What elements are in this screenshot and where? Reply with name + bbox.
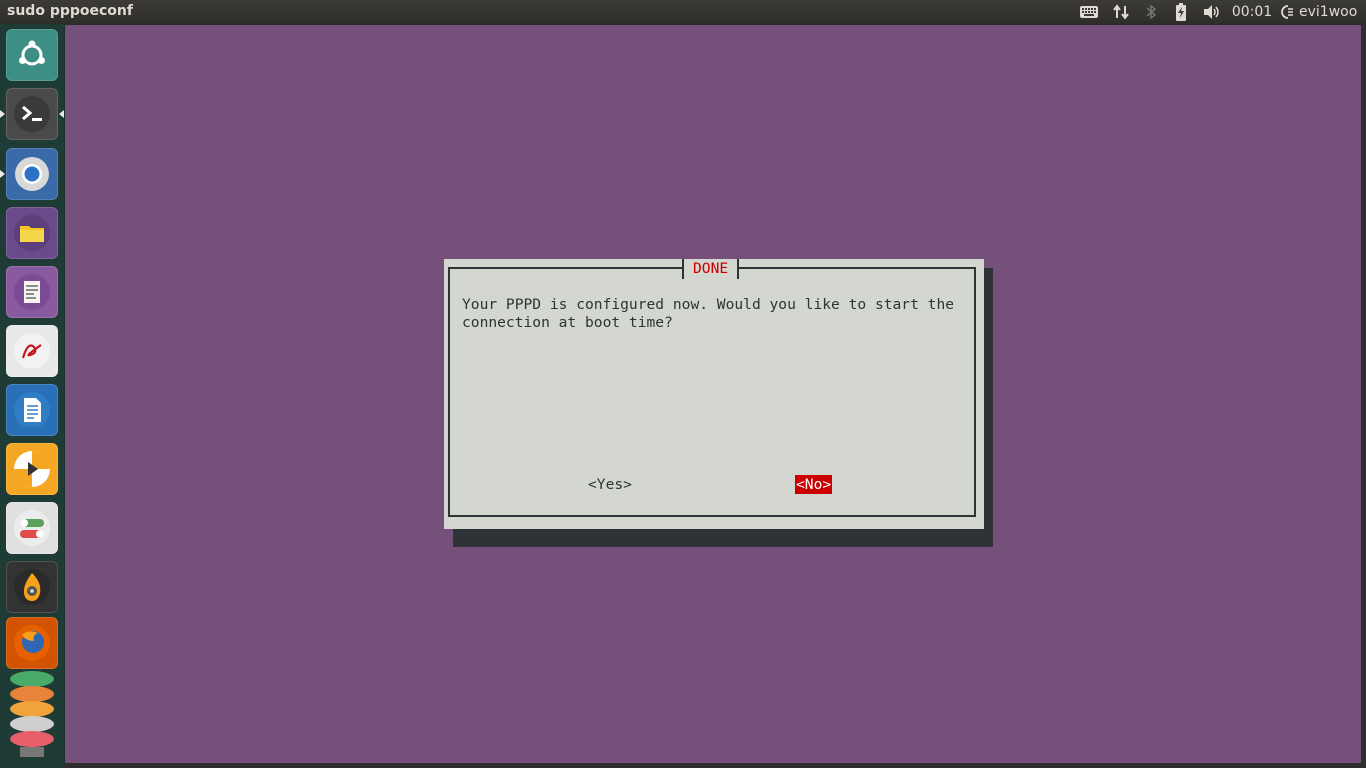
libreoffice-writer-icon: [14, 392, 50, 428]
firefox-icon: [14, 625, 50, 661]
media-player-icon: [14, 451, 50, 487]
username: evi1woo: [1299, 4, 1358, 20]
text-editor-icon: [14, 274, 50, 310]
chromium-icon: [15, 157, 49, 191]
stacked-apps[interactable]: [6, 667, 58, 768]
files-launcher-button[interactable]: [6, 207, 58, 259]
files-icon: [14, 215, 50, 251]
launcher: [0, 24, 65, 768]
brasero-icon: [14, 569, 50, 605]
battery-icon[interactable]: [1171, 0, 1191, 24]
session-icon: [1281, 5, 1293, 19]
terminal-icon: [14, 96, 50, 132]
firefox-launcher-button[interactable]: [6, 617, 58, 669]
done-dialog: DONE Your PPPD is configured now. Would …: [444, 259, 984, 529]
stacked-apps-icon: [10, 671, 54, 757]
clock[interactable]: 00:01: [1232, 0, 1272, 24]
dialog-title-box: DONE: [682, 259, 740, 279]
chromium-running-pip: [0, 170, 5, 178]
text-editor-launcher-button[interactable]: [6, 266, 58, 318]
bluetooth-icon[interactable]: [1142, 0, 1160, 24]
volume-icon[interactable]: [1200, 0, 1224, 24]
document-viewer-launcher-button[interactable]: [6, 325, 58, 377]
yes-button[interactable]: <Yes>: [588, 476, 632, 494]
terminal-launcher-button[interactable]: [6, 88, 58, 140]
window-title: sudo pppoeconf: [7, 3, 133, 19]
terminal-running-pip: [0, 110, 5, 118]
ubuntu-dash-button[interactable]: [6, 29, 58, 81]
brasero-launcher-button[interactable]: [6, 561, 58, 613]
writer-launcher-button[interactable]: [6, 384, 58, 436]
settings-toggle-icon: [14, 510, 50, 546]
dialog-title: DONE: [693, 260, 729, 277]
top-panel: sudo pppoeconf 00:01 evi1woo: [0, 0, 1366, 24]
no-button[interactable]: <No>: [795, 475, 833, 494]
window-right-border: [1361, 24, 1366, 768]
user-menu[interactable]: evi1woo: [1280, 0, 1364, 24]
window-bottom-border: [64, 763, 1366, 768]
settings-toggle-launcher-button[interactable]: [6, 502, 58, 554]
document-viewer-icon: [14, 333, 50, 369]
terminal-focused-pip: [59, 110, 64, 118]
dialog-message: Your PPPD is configured now. Would you l…: [462, 296, 955, 331]
ubuntu-dash-icon: [19, 40, 45, 66]
keyboard-icon[interactable]: [1078, 0, 1100, 24]
chromium-launcher-button[interactable]: [6, 148, 58, 200]
media-player-launcher-button[interactable]: [6, 443, 58, 495]
network-icon[interactable]: [1110, 0, 1132, 24]
